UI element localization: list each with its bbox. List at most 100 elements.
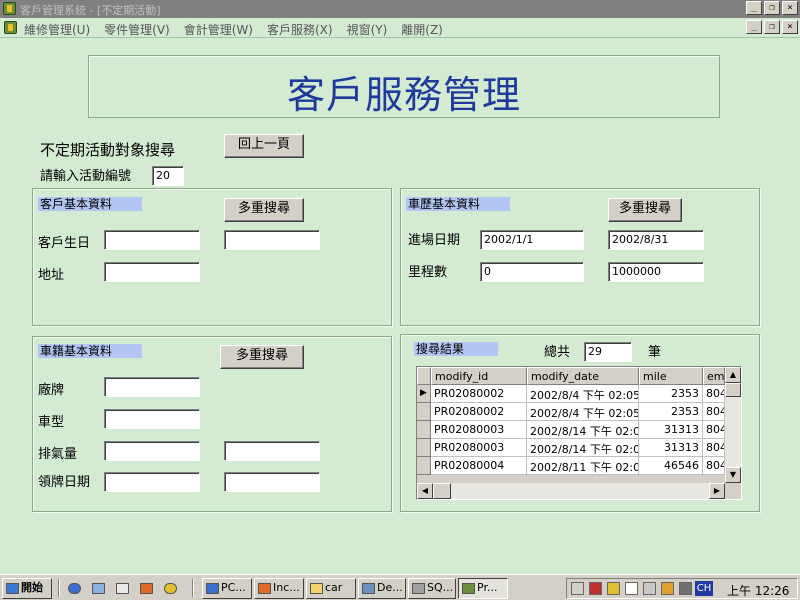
event-id-field[interactable]: 20 xyxy=(152,166,184,186)
child-restore-button[interactable]: ❐ xyxy=(764,20,780,34)
antivirus-icon[interactable] xyxy=(661,582,674,595)
scroll-down-icon[interactable]: ▼ xyxy=(725,467,741,483)
media-icon[interactable] xyxy=(164,583,177,594)
desktop-icon[interactable] xyxy=(116,583,129,594)
horizontal-scroll-thumb[interactable] xyxy=(433,483,451,499)
table-cell[interactable]: PR02080003 xyxy=(431,439,527,457)
app-icon[interactable] xyxy=(3,2,16,15)
taskbar-item[interactable]: De... xyxy=(358,578,406,599)
start-button[interactable]: 開始 xyxy=(2,578,52,599)
brand-field[interactable] xyxy=(104,377,200,397)
table-row[interactable]: PR02080003 2002/8/14 下午 02:05 31313 8046 xyxy=(417,421,725,439)
scroll-left-icon[interactable]: ◀ xyxy=(417,483,433,499)
table-cell[interactable]: 31313 xyxy=(639,421,703,439)
monitor-icon[interactable] xyxy=(679,582,692,595)
menu-maintenance[interactable]: 維修管理(U) xyxy=(24,21,90,38)
menu-customer-service[interactable]: 客戶服務(X) xyxy=(267,21,333,38)
child-close-button[interactable]: × xyxy=(782,20,798,34)
table-cell[interactable]: 8046 xyxy=(703,457,725,475)
row-indicator[interactable] xyxy=(417,457,431,475)
row-indicator[interactable] xyxy=(417,403,431,421)
settings-icon[interactable] xyxy=(625,582,638,595)
child-minimize-button[interactable]: _ xyxy=(746,20,762,34)
column-header[interactable]: modify_id xyxy=(431,367,527,385)
mileage-from-field[interactable]: 0 xyxy=(480,262,584,282)
back-button[interactable]: 回上一頁 xyxy=(224,134,304,158)
taskbar-item[interactable]: SQ... xyxy=(408,578,456,599)
table-row[interactable]: ▶ PR02080002 2002/8/4 下午 02:05: 2353 804… xyxy=(417,385,725,403)
entry-date-from-field[interactable]: 2002/1/1 xyxy=(480,230,584,250)
volume-icon[interactable] xyxy=(571,582,584,595)
plate-date-from-field[interactable] xyxy=(104,472,200,492)
total-field[interactable]: 29 xyxy=(584,342,632,362)
table-cell[interactable]: 2002/8/11 下午 02:05 xyxy=(527,457,639,475)
table-cell[interactable]: 2002/8/14 下午 02:05 xyxy=(527,439,639,457)
table-cell[interactable]: PR02080004 xyxy=(431,457,527,475)
table-row[interactable]: PR02080003 2002/8/14 下午 02:05 31313 8046 xyxy=(417,439,725,457)
table-cell[interactable]: 8046 xyxy=(703,385,725,403)
network-icon[interactable] xyxy=(92,583,105,594)
menu-window[interactable]: 視窗(Y) xyxy=(347,21,388,38)
taskbar-item-active[interactable]: Pr... xyxy=(458,578,508,599)
birthday-from-field[interactable] xyxy=(104,230,200,250)
table-cell[interactable]: 2002/8/4 下午 02:05: xyxy=(527,385,639,403)
birthday-to-field[interactable] xyxy=(224,230,320,250)
table-cell[interactable]: 2353 xyxy=(639,403,703,421)
vertical-scroll-thumb[interactable] xyxy=(725,383,741,397)
title-bar[interactable]: 客戶管理系統 - [不定期活動] _ ❐ × xyxy=(0,0,800,18)
mileage-to-field[interactable]: 1000000 xyxy=(608,262,704,282)
restore-button[interactable]: ❐ xyxy=(764,1,780,15)
table-cell[interactable]: 8046 xyxy=(703,421,725,439)
ime-indicator[interactable]: CH xyxy=(695,581,713,596)
column-header[interactable]: mile xyxy=(639,367,703,385)
designer-icon xyxy=(362,582,375,594)
table-cell[interactable]: 2002/8/14 下午 02:05 xyxy=(527,421,639,439)
column-header[interactable]: emp xyxy=(703,367,725,385)
table-cell[interactable]: PR02080003 xyxy=(431,421,527,439)
internet-explorer-icon[interactable] xyxy=(68,583,81,594)
entry-date-to-field[interactable]: 2002/8/31 xyxy=(608,230,704,250)
row-indicator[interactable] xyxy=(417,439,431,457)
table-cell[interactable]: 8046 xyxy=(703,439,725,457)
device-icon[interactable] xyxy=(643,582,656,595)
scroll-up-icon[interactable]: ▲ xyxy=(725,367,741,383)
vehicle-multi-search-button[interactable]: 多重搜尋 xyxy=(220,345,304,369)
horizontal-scrollbar[interactable] xyxy=(417,483,725,499)
customer-multi-search-button[interactable]: 多重搜尋 xyxy=(224,198,304,222)
table-row[interactable]: PR02080002 2002/8/4 下午 02:05: 2353 8046 xyxy=(417,403,725,421)
table-cell[interactable]: 31313 xyxy=(639,439,703,457)
menu-accounting[interactable]: 會計管理(W) xyxy=(184,21,253,38)
clock[interactable]: 上午 12:26 xyxy=(727,582,789,599)
pen-icon[interactable] xyxy=(607,582,620,595)
table-row[interactable]: PR02080004 2002/8/11 下午 02:05 46546 8046 xyxy=(417,457,725,475)
plate-date-to-field[interactable] xyxy=(224,472,320,492)
history-multi-search-button[interactable]: 多重搜尋 xyxy=(608,198,682,222)
document-icon[interactable] xyxy=(4,21,17,34)
menu-exit[interactable]: 離開(Z) xyxy=(401,21,443,38)
network-status-icon[interactable] xyxy=(589,582,602,595)
row-indicator[interactable] xyxy=(417,421,431,439)
table-cell[interactable]: 2353 xyxy=(639,385,703,403)
results-grid[interactable]: modify_id modify_date mile emp ▶ PR02080… xyxy=(416,366,742,500)
address-label: 地址 xyxy=(38,268,65,283)
table-cell[interactable]: 46546 xyxy=(639,457,703,475)
column-header[interactable]: modify_date xyxy=(527,367,639,385)
current-row-indicator[interactable]: ▶ xyxy=(417,385,431,403)
taskbar-item[interactable]: PC... xyxy=(202,578,252,599)
table-cell[interactable]: 2002/8/4 下午 02:05: xyxy=(527,403,639,421)
minimize-button[interactable]: _ xyxy=(746,1,762,15)
taskbar-item-label: PC... xyxy=(221,581,246,594)
taskbar-item[interactable]: Inc... xyxy=(254,578,304,599)
taskbar-item[interactable]: car xyxy=(306,578,356,599)
mail-icon[interactable] xyxy=(140,583,153,594)
table-cell[interactable]: PR02080002 xyxy=(431,403,527,421)
scroll-right-icon[interactable]: ▶ xyxy=(709,483,725,499)
menu-parts[interactable]: 零件管理(V) xyxy=(104,21,170,38)
displacement-to-field[interactable] xyxy=(224,441,320,461)
table-cell[interactable]: 8046 xyxy=(703,403,725,421)
model-field[interactable] xyxy=(104,409,200,429)
table-cell[interactable]: PR02080002 xyxy=(431,385,527,403)
address-field[interactable] xyxy=(104,262,200,282)
close-button[interactable]: × xyxy=(782,1,798,15)
displacement-from-field[interactable] xyxy=(104,441,200,461)
